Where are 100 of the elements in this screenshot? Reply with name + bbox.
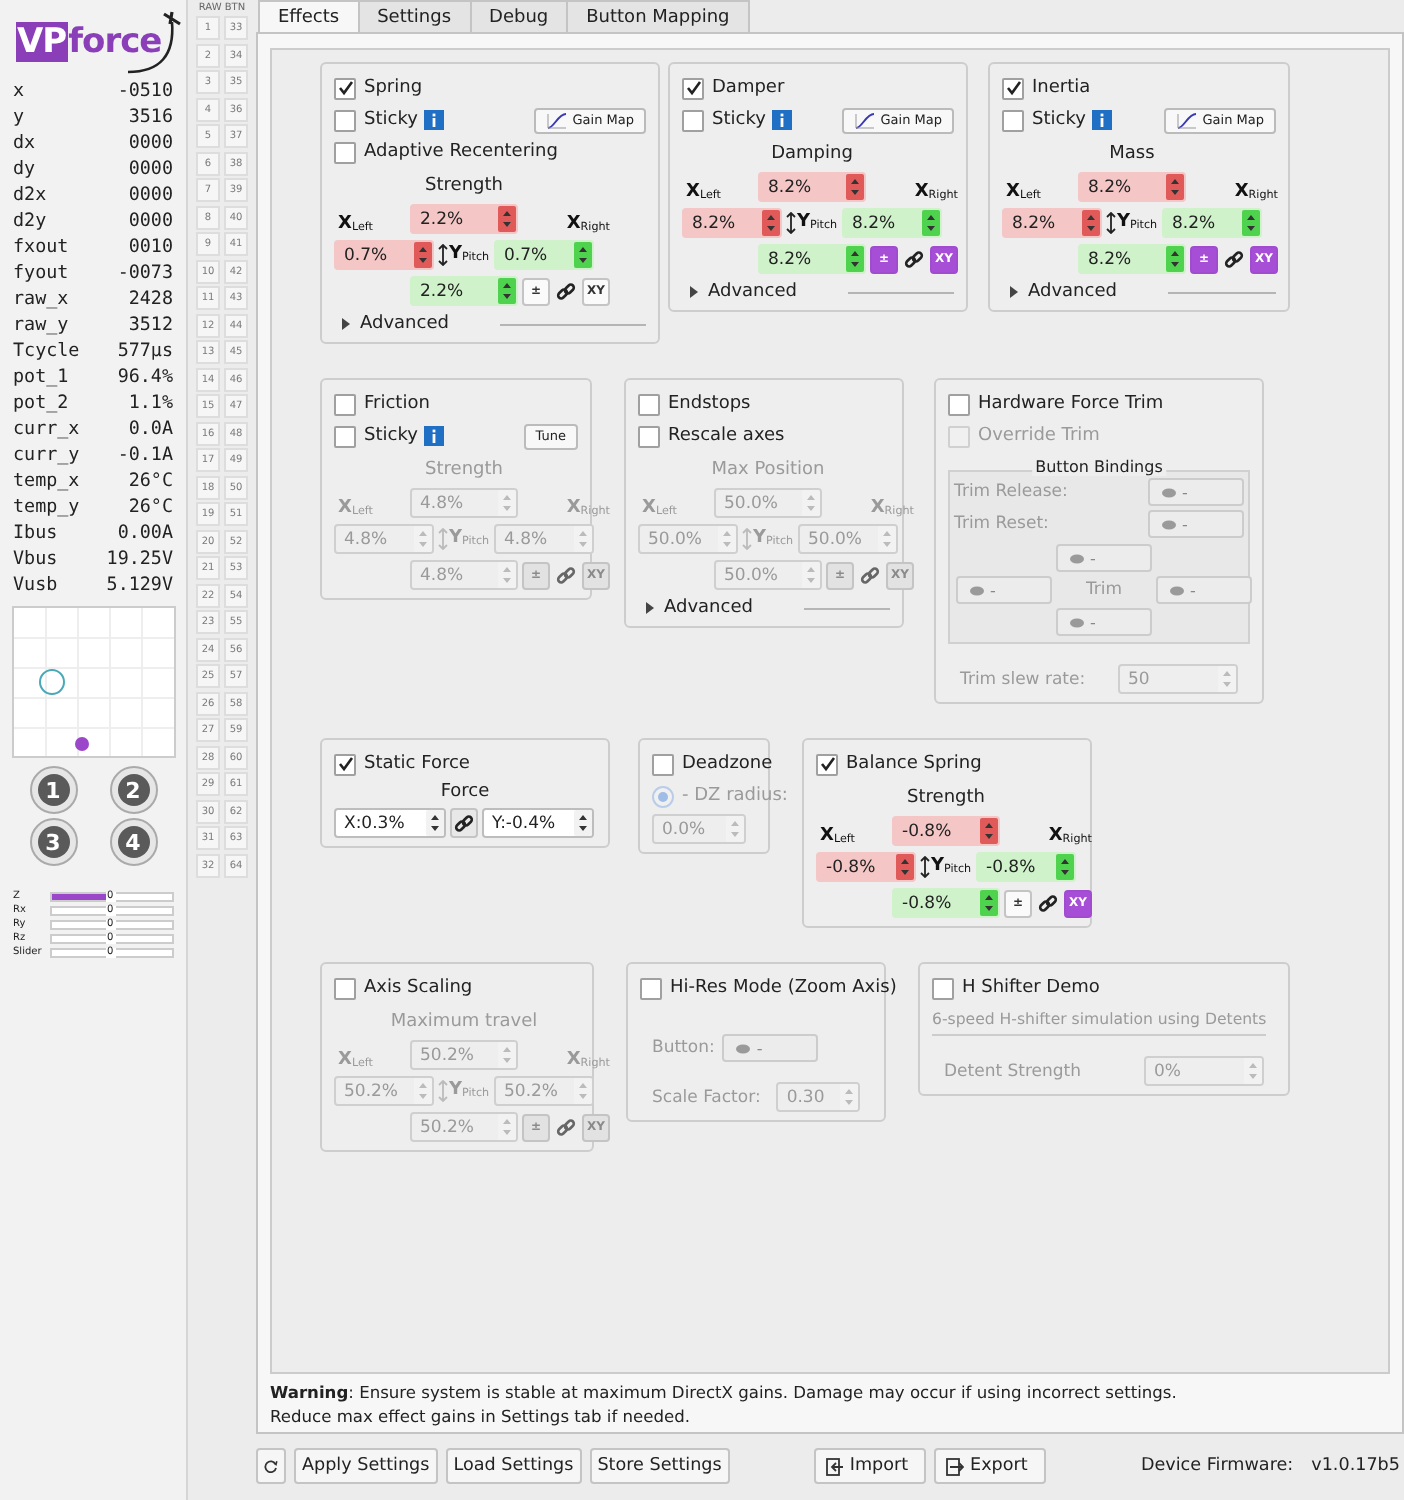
checkbox[interactable]: Sticky: [1002, 109, 1086, 131]
spin-field[interactable]: 8.2%: [1078, 172, 1186, 202]
import-icon: [825, 1457, 844, 1475]
checkbox[interactable]: Balance Spring: [816, 753, 982, 775]
hat-indicator: 4: [109, 818, 157, 866]
spin-field[interactable]: 8.2%: [758, 172, 866, 202]
spin-field[interactable]: -0.8%: [892, 816, 1000, 846]
stepper-arrows-icon[interactable]: [980, 890, 998, 916]
checkbox[interactable]: Hardware Force Trim: [948, 393, 1164, 415]
toolbar-button[interactable]: Load Settings: [445, 1448, 582, 1484]
hat-indicator: 2: [109, 766, 157, 814]
spin-field[interactable]: 0.7%: [494, 240, 594, 270]
checkbox[interactable]: Static Force: [334, 753, 470, 775]
stepper-arrows-icon[interactable]: [574, 242, 592, 268]
checkbox[interactable]: Friction: [334, 393, 430, 415]
spin-field[interactable]: 8.2%: [1162, 208, 1262, 238]
telemetry-value: 0.00A: [117, 522, 173, 544]
info-icon[interactable]: [423, 110, 444, 130]
check-icon: [337, 756, 353, 772]
link-icon[interactable]: [904, 249, 924, 269]
checkbox[interactable]: Sticky: [682, 109, 766, 131]
tab[interactable]: Debug: [469, 0, 569, 34]
stepper-arrows-icon[interactable]: [498, 278, 516, 304]
axis-label: Y$_{Pitch}$: [752, 528, 794, 550]
telemetry-label: raw_y: [13, 314, 69, 336]
telemetry-label: fyout: [13, 262, 69, 284]
stepper-arrows-icon[interactable]: [846, 246, 864, 272]
checkbox[interactable]: Sticky: [334, 425, 418, 447]
link-icon[interactable]: [454, 813, 474, 833]
telemetry-label: temp_y: [13, 496, 80, 518]
advanced-toggle[interactable]: Advanced: [638, 598, 753, 618]
import-button[interactable]: Import: [813, 1448, 927, 1484]
stepper-arrows-icon[interactable]: [574, 810, 592, 836]
spin-field[interactable]: 8.2%: [1078, 244, 1186, 274]
checkbox[interactable]: Axis Scaling: [334, 977, 473, 999]
telemetry-value: 0010: [128, 236, 173, 258]
tab[interactable]: Button Mapping: [566, 0, 750, 34]
export-button[interactable]: Export: [934, 1448, 1046, 1484]
axis-label: Y$_{Pitch}$: [448, 528, 490, 550]
link-icon[interactable]: [1038, 893, 1058, 913]
telemetry-label: raw_x: [13, 288, 69, 310]
info-icon[interactable]: [423, 426, 444, 446]
spin-field[interactable]: -0.8%: [976, 852, 1076, 882]
stepper-arrows-icon[interactable]: [922, 210, 940, 236]
spin-field[interactable]: 0.7%: [334, 240, 434, 270]
axis-label: X$_{Right}$: [1234, 181, 1280, 202]
axis-label: X$_{Right}$: [566, 213, 612, 234]
toolbar-button[interactable]: Apply Settings: [294, 1448, 438, 1484]
stepper-arrows-icon[interactable]: [1056, 854, 1074, 880]
firmware-version: v1.0.17b5: [1311, 1456, 1400, 1476]
spin-field[interactable]: 8.2%: [1002, 208, 1102, 238]
advanced-toggle[interactable]: Advanced: [682, 282, 797, 302]
telemetry-label: Vusb: [13, 574, 58, 596]
field-label: Detent Strength: [944, 1061, 1082, 1081]
link-icon[interactable]: [1224, 249, 1244, 269]
check-icon: [685, 80, 701, 96]
warning-text: Warning: Ensure system is stable at maximum DirectX gains. Damage may occur if using incorrect settings. Reduce max effect gains in Settings tab if needed.: [270, 1380, 1179, 1428]
tab[interactable]: Effects: [258, 0, 360, 34]
spin-field[interactable]: 2.2%: [410, 204, 518, 234]
curve-icon: [1176, 111, 1199, 129]
tab[interactable]: Settings: [357, 0, 472, 34]
link-button[interactable]: [450, 808, 478, 838]
checkbox[interactable]: Spring: [334, 77, 423, 99]
advanced-toggle[interactable]: Advanced: [1002, 282, 1117, 302]
stepper-arrows-icon[interactable]: [1242, 210, 1260, 236]
check-icon: [1005, 80, 1021, 96]
checkbox[interactable]: Endstops: [638, 393, 751, 415]
telemetry-value: 26°C: [128, 470, 173, 492]
spin-field[interactable]: -0.8%: [816, 852, 916, 882]
checkbox[interactable]: Adaptive Recentering: [334, 141, 558, 163]
spin-field[interactable]: 2.2%: [410, 276, 518, 306]
link-icon[interactable]: [556, 281, 576, 301]
advanced-toggle[interactable]: Advanced: [334, 314, 449, 334]
stepper-arrows-icon[interactable]: [1166, 246, 1184, 272]
matrix-title: Strength: [425, 460, 503, 480]
toolbar-button[interactable]: Store Settings: [589, 1448, 730, 1484]
refresh-button[interactable]: [256, 1448, 286, 1484]
spin-field[interactable]: -0.8%: [892, 888, 1000, 918]
telemetry-label: Tcycle: [13, 340, 80, 362]
info-icon[interactable]: [771, 110, 792, 130]
checkbox[interactable]: Deadzone: [652, 753, 773, 775]
checkbox[interactable]: Hi-Res Mode (Zoom Axis): [640, 977, 897, 999]
checkbox[interactable]: Rescale axes: [638, 425, 785, 447]
spin-field[interactable]: Y:-0.4%: [482, 808, 594, 838]
telemetry-value: 0.0A: [128, 418, 173, 440]
spin-field[interactable]: 8.2%: [758, 244, 866, 274]
telemetry-label: dx: [13, 132, 36, 154]
checkbox[interactable]: H Shifter Demo: [932, 977, 1100, 999]
checkbox[interactable]: Inertia: [1002, 77, 1091, 99]
checkbox[interactable]: Sticky: [334, 109, 418, 131]
axis-label: X$_{Right}$: [914, 181, 960, 202]
spin-field[interactable]: 8.2%: [682, 208, 782, 238]
spin-field[interactable]: 8.2%: [842, 208, 942, 238]
matrix-title: Maximum travel: [390, 1012, 538, 1032]
telemetry-label: d2x: [13, 184, 47, 206]
axis-label: X$_{Right}$: [566, 1049, 612, 1070]
info-icon[interactable]: [1091, 110, 1112, 130]
spin-field[interactable]: X:0.3%: [334, 808, 446, 838]
stepper-arrows-icon[interactable]: [426, 810, 444, 836]
checkbox[interactable]: Damper: [682, 77, 785, 99]
